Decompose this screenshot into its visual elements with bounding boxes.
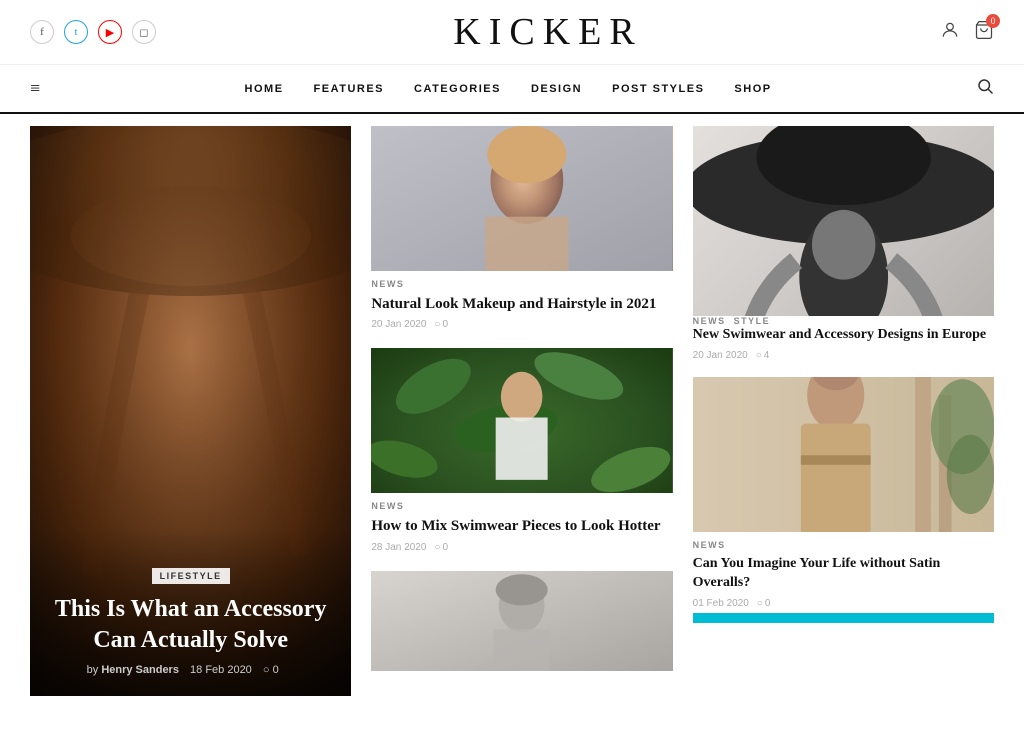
article-comments-2: 0 [434, 542, 448, 553]
right-title-1: New Swimwear and Accessory Designs in Eu… [693, 326, 994, 345]
main-nav: ≡ HOME FEATURES CATEGORIES DESIGN POST S… [0, 65, 1024, 114]
featured-date: 18 Feb 2020 [190, 664, 252, 676]
cart-badge: 0 [986, 14, 1000, 28]
right-image-2 [693, 377, 994, 532]
social-icons: f t ▶ ◻ [30, 20, 156, 44]
right-title-2: Can You Imagine Your Life without Satin … [693, 555, 994, 593]
right-image-1 [693, 126, 994, 316]
article-meta-1: 20 Jan 2020 0 [371, 319, 672, 330]
teal-stripe [693, 613, 994, 623]
cart-icon[interactable]: 0 [974, 20, 994, 45]
middle-column: NEWS Natural Look Makeup and Hairstyle i… [351, 126, 672, 689]
nav-home[interactable]: HOME [245, 83, 284, 95]
right-article-1[interactable]: NEWS STYLE New Swimwear and Accessory De… [693, 126, 994, 361]
featured-title: This Is What an Accessory Can Actually S… [50, 594, 331, 656]
article-img-placeholder-3 [371, 571, 672, 671]
article-image-3 [371, 571, 672, 671]
top-right-icons: 0 [940, 20, 994, 45]
nav-categories[interactable]: CATEGORIES [414, 83, 501, 95]
featured-category: LIFESTYLE [152, 568, 230, 584]
nav-features[interactable]: FEATURES [314, 83, 384, 95]
right-category-2: NEWS [693, 540, 994, 550]
article-img-placeholder-2 [371, 348, 672, 493]
right-comments-1: 4 [756, 350, 770, 361]
right-category-1: NEWS STYLE [693, 316, 994, 326]
content-area: LIFESTYLE This Is What an Accessory Can … [0, 126, 1024, 696]
facebook-icon[interactable]: f [30, 20, 54, 44]
nav-shop[interactable]: SHOP [734, 83, 771, 95]
article-category-2: NEWS [371, 501, 672, 511]
right-date-2: 01 Feb 2020 [693, 598, 749, 609]
search-icon[interactable] [976, 77, 994, 100]
right-meta-1: 20 Jan 2020 4 [693, 350, 994, 361]
article-category-1: NEWS [371, 279, 672, 289]
right-img-placeholder-2 [693, 377, 994, 532]
article-date-2: 28 Jan 2020 [371, 542, 426, 553]
article-card-2[interactable]: NEWS How to Mix Swimwear Pieces to Look … [371, 348, 672, 552]
article-date-1: 20 Jan 2020 [371, 319, 426, 330]
article-title-2: How to Mix Swimwear Pieces to Look Hotte… [371, 516, 672, 536]
right-date-1: 20 Jan 2020 [693, 350, 748, 361]
article-image-2 [371, 348, 672, 493]
twitter-icon[interactable]: t [64, 20, 88, 44]
instagram-icon[interactable]: ◻ [132, 20, 156, 44]
right-comments-2: 0 [757, 598, 771, 609]
featured-author-label: by Henry Sanders [87, 664, 179, 676]
article-card-3[interactable] [371, 571, 672, 671]
right-img-placeholder-1 [693, 126, 994, 316]
youtube-icon[interactable]: ▶ [98, 20, 122, 44]
nav-design[interactable]: DESIGN [531, 83, 582, 95]
right-article-2[interactable]: NEWS Can You Imagine Your Life without S… [693, 377, 994, 623]
top-bar: f t ▶ ◻ KICKER 0 [0, 0, 1024, 65]
site-logo[interactable]: KICKER [453, 10, 642, 54]
nav-links: HOME FEATURES CATEGORIES DESIGN POST STY… [40, 81, 976, 97]
article-comments-1: 0 [434, 319, 448, 330]
user-icon[interactable] [940, 20, 960, 45]
nav-post-styles[interactable]: POST STYLES [612, 83, 704, 95]
article-title-1: Natural Look Makeup and Hairstyle in 202… [371, 294, 672, 314]
hamburger-menu[interactable]: ≡ [30, 78, 40, 99]
article-card-1[interactable]: NEWS Natural Look Makeup and Hairstyle i… [371, 126, 672, 330]
featured-meta: by Henry Sanders 18 Feb 2020 ○ 0 [50, 664, 331, 676]
featured-comments: ○ 0 [263, 664, 287, 676]
right-meta-2: 01 Feb 2020 0 [693, 598, 994, 609]
right-column: NEWS STYLE New Swimwear and Accessory De… [673, 126, 994, 689]
featured-overlay: LIFESTYLE This Is What an Accessory Can … [30, 528, 351, 696]
featured-article[interactable]: LIFESTYLE This Is What an Accessory Can … [30, 126, 351, 696]
article-meta-2: 28 Jan 2020 0 [371, 542, 672, 553]
article-img-placeholder-1 [371, 126, 672, 271]
article-image-1 [371, 126, 672, 271]
